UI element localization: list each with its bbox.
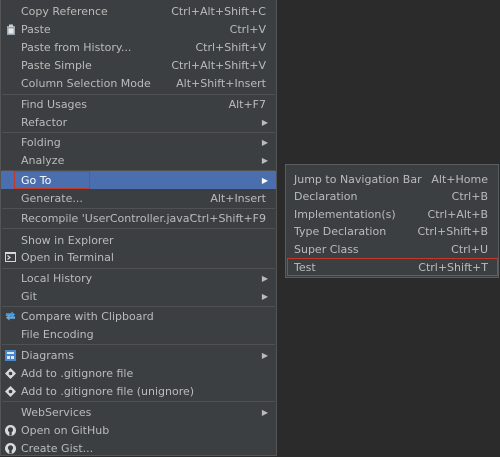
- menu-item-compare-with-clipboard[interactable]: Compare with Clipboard: [1, 307, 276, 325]
- gitignore-icon: [5, 367, 16, 379]
- menu-item-paste-from-history[interactable]: Paste from History... Ctrl+Shift+V: [1, 38, 276, 56]
- menu-item-label: Super Class: [294, 242, 359, 256]
- github-icon: [5, 424, 16, 436]
- menu-item-git[interactable]: Git ▶: [1, 287, 276, 305]
- menu-item-shortcut: Alt+Home: [431, 172, 488, 186]
- menu-item-label: Go To: [21, 173, 52, 187]
- menu-item-label: Compare with Clipboard: [21, 309, 154, 323]
- menu-item-show-in-explorer[interactable]: Show in Explorer: [1, 231, 276, 249]
- menu-item-open-on-github[interactable]: Open on GitHub: [1, 421, 276, 439]
- menu-item-recompile[interactable]: Recompile 'UserController.java' Ctrl+Shi…: [1, 209, 276, 227]
- menu-item-find-usages[interactable]: Find Usages Alt+F7: [1, 95, 276, 113]
- menu-item-shortcut: Ctrl+Shift+F9: [189, 211, 266, 225]
- menu-item-diagrams[interactable]: Diagrams ▶: [1, 346, 276, 364]
- menu-item-shortcut: Alt+Shift+Insert: [176, 76, 266, 90]
- submenu-arrow-icon: ▶: [261, 155, 268, 165]
- menu-item-column-selection-mode[interactable]: Column Selection Mode Alt+Shift+Insert: [1, 74, 276, 92]
- menu-item-paste[interactable]: Paste Ctrl+V: [1, 20, 276, 38]
- menu-item-shortcut: Ctrl+Alt+Shift+C: [171, 4, 266, 18]
- menu-item-folding[interactable]: Folding ▶: [1, 133, 276, 151]
- menu-item-label: Diagrams: [21, 348, 74, 362]
- menu-item-label: Paste from History...: [21, 40, 132, 54]
- menu-item-label: Generate...: [21, 191, 83, 205]
- terminal-icon: [5, 252, 16, 263]
- menu-item-label: Add to .gitignore file (unignore): [21, 384, 195, 398]
- submenu-item-test[interactable]: Test Ctrl+Shift+T: [286, 258, 498, 276]
- menu-item-shortcut: Ctrl+Shift+V: [195, 40, 266, 54]
- menu-item-label: Copy Reference: [21, 4, 108, 18]
- submenu-item-jump-to-navigation-bar[interactable]: Jump to Navigation Bar Alt+Home: [286, 170, 498, 188]
- menu-item-shortcut: Ctrl+B: [451, 189, 488, 203]
- submenu-arrow-icon: ▶: [261, 273, 268, 283]
- submenu-item-type-declaration[interactable]: Type Declaration Ctrl+Shift+B: [286, 222, 498, 240]
- menu-item-local-history[interactable]: Local History ▶: [1, 269, 276, 287]
- submenu-arrow-icon: ▶: [261, 175, 268, 185]
- menu-item-shortcut: Ctrl+V: [229, 22, 266, 36]
- gitignore-icon: [5, 385, 16, 397]
- menu-item-shortcut: Ctrl+Shift+T: [418, 260, 488, 274]
- menu-item-label: Paste Simple: [21, 58, 92, 72]
- menu-item-label: Show in Explorer: [21, 233, 114, 247]
- menu-separator: [2, 344, 275, 345]
- menu-item-label: File Encoding: [21, 327, 94, 341]
- menu-item-shortcut: Alt+Insert: [210, 191, 266, 205]
- menu-item-generate[interactable]: Generate... Alt+Insert: [1, 189, 276, 207]
- menu-item-label: WebServices: [21, 405, 92, 419]
- menu-item-label: Paste: [21, 22, 51, 36]
- menu-item-file-encoding[interactable]: File Encoding: [1, 325, 276, 343]
- menu-item-label: Add to .gitignore file: [21, 366, 134, 380]
- menu-item-add-to-gitignore-unignore[interactable]: Add to .gitignore file (unignore): [1, 382, 276, 400]
- menu-item-add-to-gitignore[interactable]: Add to .gitignore file: [1, 364, 276, 382]
- submenu-item-implementations[interactable]: Implementation(s) Ctrl+Alt+B: [286, 205, 498, 223]
- submenu-item-declaration[interactable]: Declaration Ctrl+B: [286, 187, 498, 205]
- menu-item-shortcut: Ctrl+Alt+B: [427, 207, 488, 221]
- menu-item-label: Test: [294, 260, 316, 274]
- paste-icon: [5, 24, 16, 35]
- menu-item-label: Type Declaration: [294, 224, 387, 238]
- submenu-arrow-icon: ▶: [261, 291, 268, 301]
- submenu-arrow-icon: ▶: [261, 350, 268, 360]
- menu-item-copy-reference[interactable]: Copy Reference Ctrl+Alt+Shift+C: [1, 2, 276, 20]
- submenu-arrow-icon: ▶: [261, 407, 268, 417]
- menu-item-label: Create Gist...: [21, 441, 94, 455]
- menu-item-open-in-terminal[interactable]: Open in Terminal: [1, 248, 276, 266]
- menu-item-shortcut: Ctrl+Shift+B: [417, 224, 488, 238]
- menu-item-label: Folding: [21, 135, 61, 149]
- menu-item-label: Refactor: [21, 115, 68, 129]
- menu-item-refactor[interactable]: Refactor ▶: [1, 113, 276, 131]
- menu-item-go-to[interactable]: Go To ▶: [1, 171, 276, 189]
- menu-item-analyze[interactable]: Analyze ▶: [1, 151, 276, 169]
- menu-item-webservices[interactable]: WebServices ▶: [1, 403, 276, 421]
- menu-item-create-gist[interactable]: Create Gist...: [1, 439, 276, 457]
- submenu-item-super-class[interactable]: Super Class Ctrl+U: [286, 240, 498, 258]
- menu-item-paste-simple[interactable]: Paste Simple Ctrl+Alt+Shift+V: [1, 56, 276, 74]
- menu-separator: [2, 401, 275, 402]
- github-icon: [5, 442, 16, 454]
- diagram-icon: [5, 349, 16, 361]
- menu-item-label: Git: [21, 289, 37, 303]
- submenu-arrow-icon: ▶: [261, 117, 268, 127]
- menu-item-shortcut: Ctrl+Alt+Shift+V: [171, 58, 266, 72]
- go-to-submenu: Jump to Navigation Bar Alt+Home Declarat…: [285, 164, 499, 278]
- menu-item-label: Find Usages: [21, 97, 88, 111]
- compare-icon: [5, 311, 16, 322]
- menu-item-label: Declaration: [294, 189, 358, 203]
- editor-context-menu: Copy Reference Ctrl+Alt+Shift+C Paste Ct…: [0, 0, 277, 456]
- menu-item-shortcut: Ctrl+U: [451, 242, 488, 256]
- menu-item-label: Open on GitHub: [21, 423, 110, 437]
- menu-item-label: Recompile 'UserController.java': [21, 211, 193, 225]
- submenu-arrow-icon: ▶: [261, 137, 268, 147]
- menu-item-label: Column Selection Mode: [21, 76, 151, 90]
- menu-item-label: Analyze: [21, 153, 65, 167]
- menu-item-label: Jump to Navigation Bar: [294, 172, 422, 186]
- menu-separator: [2, 228, 275, 229]
- menu-item-label: Open in Terminal: [21, 250, 114, 264]
- menu-item-shortcut: Alt+F7: [228, 97, 266, 111]
- menu-item-label: Local History: [21, 271, 93, 285]
- menu-item-label: Implementation(s): [294, 207, 396, 221]
